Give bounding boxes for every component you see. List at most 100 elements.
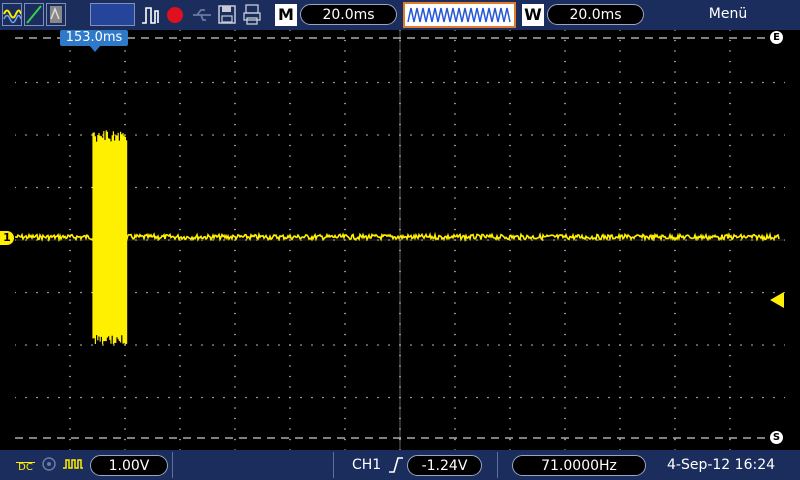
grid-dot: [729, 323, 731, 325]
ch1-level-marker[interactable]: 1: [0, 231, 14, 245]
trigger-level-arrow[interactable]: [770, 292, 784, 308]
grid-dot: [707, 134, 709, 136]
grid-dot: [234, 375, 236, 378]
zoom-window-waveform[interactable]: [403, 2, 516, 28]
grid-dot: [289, 102, 291, 105]
grid-dot: [234, 417, 236, 420]
print-icon[interactable]: [242, 3, 262, 26]
usb-icon[interactable]: [191, 3, 213, 26]
grid-dot: [190, 291, 192, 294]
grid-dot: [652, 344, 654, 346]
grid-dot: [575, 81, 577, 84]
grid-dot: [509, 386, 511, 388]
coupling-indicator[interactable]: DC: [16, 454, 35, 474]
grid-dot: [201, 81, 203, 84]
grid-dot: [520, 396, 522, 399]
bandwidth-limit-icon[interactable]: [62, 454, 84, 474]
main-timebase-value[interactable]: 20.0ms: [300, 4, 397, 25]
grid-dot: [784, 134, 785, 136]
record-icon[interactable]: [165, 3, 185, 26]
grid-dot: [674, 438, 676, 441]
grid-dot: [454, 92, 456, 94]
math-trace-icon[interactable]: [24, 3, 44, 26]
grid-dot: [179, 428, 181, 430]
grid-dot: [179, 396, 181, 399]
save-icon[interactable]: [217, 3, 237, 26]
grid-dot: [344, 344, 346, 346]
grid-dot: [762, 81, 764, 84]
grid-dot: [454, 113, 456, 115]
grid-dot: [575, 396, 577, 399]
grid-dot: [586, 344, 588, 346]
grid-dot: [674, 260, 676, 262]
divider: [333, 452, 334, 478]
grid-dot: [36, 344, 38, 346]
grid-dot: [509, 71, 511, 73]
grid-dot: [586, 186, 588, 189]
trigger-level[interactable]: -1.24V: [407, 455, 482, 476]
grid-dot: [179, 375, 181, 378]
grid-dot: [234, 144, 236, 147]
top-status-bar: M 20.0ms W 20.0ms Menü: [0, 0, 800, 30]
grid-dot: [509, 155, 511, 157]
grid-dot: [663, 81, 665, 84]
grid-dot: [179, 386, 181, 388]
grid-dot: [542, 344, 544, 346]
trigger-time-marker[interactable]: 153.0ms: [60, 30, 128, 46]
grid-dot: [245, 344, 247, 346]
grid-dot: [542, 134, 544, 136]
grid-dot: [729, 50, 731, 52]
grid-dot: [553, 291, 555, 294]
grid-dot: [729, 92, 731, 94]
window-timebase-value[interactable]: 20.0ms: [547, 4, 644, 25]
trigger-channel[interactable]: CH1: [352, 457, 381, 473]
rising-edge-icon[interactable]: [388, 456, 404, 474]
grid-dot: [234, 30, 236, 31]
grid-dot: [15, 396, 16, 399]
probe-icon[interactable]: [40, 454, 58, 474]
grid-dot: [344, 428, 346, 430]
grid-dot: [289, 50, 291, 52]
grid-dot: [322, 81, 324, 84]
grid-dot: [289, 165, 291, 168]
grid-dot: [509, 260, 511, 262]
grid-dot: [509, 207, 511, 210]
grid-dot: [564, 375, 566, 378]
grid-dot: [344, 228, 346, 231]
grid-dot: [124, 396, 126, 399]
grid-dot: [421, 186, 423, 189]
grid-dot: [69, 186, 71, 189]
volts-per-div[interactable]: 1.00V: [90, 455, 168, 476]
menu-button[interactable]: Menü: [706, 6, 750, 22]
grid-dot: [564, 291, 566, 294]
reference-trace-icon[interactable]: [46, 3, 66, 26]
grid-dot: [619, 354, 621, 357]
grid-dot: [410, 134, 412, 136]
grid-dot: [15, 134, 16, 136]
grid-dot: [564, 60, 566, 63]
grid-dot: [641, 344, 643, 346]
grid-dot: [729, 333, 731, 336]
grid-dot: [25, 344, 27, 346]
grid-dot: [619, 144, 621, 147]
grid-dot: [674, 407, 676, 409]
grid-dot: [25, 396, 27, 399]
pulse-icon[interactable]: [141, 3, 161, 26]
grid-dot: [69, 123, 71, 126]
grid-dot: [564, 417, 566, 420]
grid-dot: [36, 396, 38, 399]
grid-dot: [80, 134, 82, 136]
grid-dot: [212, 396, 214, 399]
grid-dot: [674, 155, 676, 157]
grid-dot: [619, 207, 621, 210]
grid-dot: [355, 396, 357, 399]
grid-dot: [762, 291, 764, 294]
grid-dot: [289, 155, 291, 157]
waveform-icon[interactable]: [2, 3, 22, 26]
grid-dot: [179, 144, 181, 147]
grid-dot: [454, 186, 456, 189]
grid-dot: [234, 365, 236, 367]
grid-dot: [729, 428, 731, 430]
grid-dot: [509, 291, 511, 294]
end-marker: E: [770, 31, 783, 44]
